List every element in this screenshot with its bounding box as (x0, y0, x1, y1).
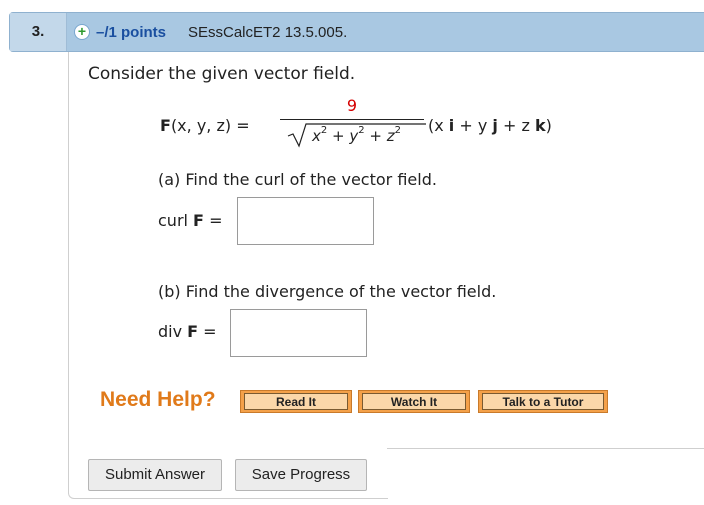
panel-divider (387, 448, 704, 449)
rhs-k: k (534, 116, 546, 135)
watch-it-label: Watch It (362, 393, 466, 410)
denominator-text: x2 + y2 + z2 (312, 125, 401, 145)
curl-answer-input[interactable] (237, 197, 374, 245)
formula-denominator: x2 + y2 + z2 (286, 122, 426, 148)
den-z-exp: 2 (394, 125, 401, 136)
part-b-text: (b) Find the divergence of the vector fi… (158, 282, 497, 301)
plus-circle-icon[interactable]: + (74, 24, 90, 40)
question-prompt: Consider the given vector field. (88, 64, 356, 84)
need-help-label: Need Help? (100, 388, 216, 411)
submit-answer-button[interactable]: Submit Answer (88, 459, 222, 491)
talk-to-tutor-button[interactable]: Talk to a Tutor (478, 390, 608, 413)
div-suffix: = (198, 322, 217, 341)
question-header: 3. + –/1 points SEssCalcET2 13.5.005. (9, 12, 704, 52)
rhs-plus1: + y (454, 116, 493, 135)
rhs-close: ) (545, 116, 552, 135)
rhs-plus2: + z (497, 116, 535, 135)
points-label: –/1 points (96, 24, 167, 41)
den-plus2: + (364, 127, 387, 145)
div-label: div F = (158, 322, 217, 341)
div-prefix: div (158, 322, 188, 341)
save-progress-button[interactable]: Save Progress (235, 459, 367, 491)
watch-it-button[interactable]: Watch It (358, 390, 470, 413)
den-y: y (349, 127, 359, 145)
formula-F: F (160, 116, 171, 135)
formula-lhs: F(x, y, z) = (160, 116, 250, 135)
div-F: F (187, 322, 199, 341)
formula-numerator: 9 (346, 96, 358, 115)
divergence-answer-input[interactable] (230, 309, 367, 357)
den-z: z (386, 127, 395, 145)
part-a-text: (a) Find the curl of the vector field. (158, 170, 437, 189)
talk-to-tutor-label: Talk to a Tutor (482, 393, 604, 410)
curl-label: curl F = (158, 211, 222, 230)
den-x-exp: 2 (320, 125, 328, 136)
rhs-open: (x (428, 116, 449, 135)
formula-args: (x, y, z) = (170, 116, 250, 135)
formula-rhs: (x i + y j + z k) (428, 116, 552, 135)
read-it-button[interactable]: Read It (240, 390, 352, 413)
question-id: SEssCalcET2 13.5.005. (188, 24, 348, 41)
den-plus1: + (327, 127, 350, 145)
curl-suffix: = (203, 211, 223, 230)
read-it-label: Read It (244, 393, 348, 410)
den-x: x (312, 127, 321, 145)
fraction-bar (280, 119, 424, 120)
curl-F: F (193, 211, 204, 230)
curl-prefix: curl (158, 211, 194, 230)
question-number: 3. (10, 13, 67, 51)
panel-mask (388, 449, 704, 505)
den-y-exp: 2 (358, 125, 365, 136)
